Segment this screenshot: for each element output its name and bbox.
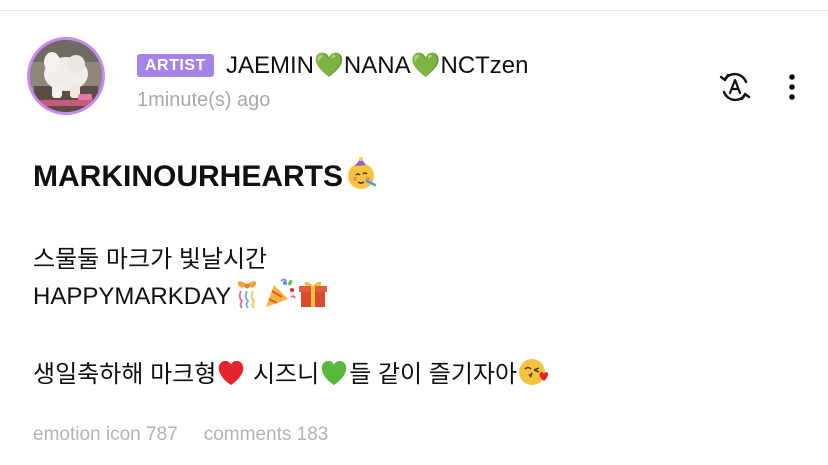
more-options-button[interactable] xyxy=(777,65,807,109)
more-vertical-icon xyxy=(789,74,795,100)
post-body: 스물둘 마크가 빛날시간 HAPPYMARKDAY 생일축하해 마크형 시즈니 … xyxy=(33,243,549,389)
author-name-part: NANA xyxy=(343,52,411,79)
post-body-line: 생일축하해 마크형 시즈니 들 같이 즐기자아 xyxy=(33,355,549,389)
green-heart-icon: 💚 xyxy=(410,52,441,79)
comments-count[interactable]: comments 183 xyxy=(204,424,329,445)
post-body-text: HAPPYMARKDAY xyxy=(33,283,232,310)
avatar[interactable] xyxy=(27,37,105,115)
author-name-part: NCTzen xyxy=(440,52,529,79)
post-body-line: 스물둘 마크가 빛날시간 xyxy=(33,243,549,277)
avatar-image xyxy=(30,40,102,112)
ribbon-icon xyxy=(231,277,263,309)
post-body-text: 생일축하해 마크형 xyxy=(33,361,217,388)
post-title: MARKINOURHEARTS xyxy=(33,157,377,194)
artist-badge: ARTIST xyxy=(137,54,214,77)
gift-icon xyxy=(297,277,329,309)
top-divider xyxy=(0,0,828,11)
translate-icon xyxy=(719,72,751,102)
post-card: ARTIST JAEMIN💚NANA💚NCTzen 1minute(s) ago… xyxy=(0,11,828,465)
post-body-text: 스물둘 마크가 빛날시간 xyxy=(33,246,268,273)
author-name[interactable]: JAEMIN💚NANA💚NCTzen xyxy=(226,52,529,80)
author-name-part: JAEMIN xyxy=(226,52,315,79)
post-timestamp: 1minute(s) ago xyxy=(137,89,271,111)
post-body-text: 시즈니 xyxy=(246,361,320,388)
emotion-count[interactable]: emotion icon 787 xyxy=(33,424,178,445)
green-heart-icon xyxy=(319,359,349,387)
post-body-line: HAPPYMARKDAY xyxy=(33,277,549,311)
post-stats: emotion icon 787 comments 183 xyxy=(33,424,328,446)
green-heart-icon: 💚 xyxy=(314,52,344,79)
translate-button[interactable] xyxy=(713,65,757,109)
partying-face-icon xyxy=(343,157,377,191)
post-title-text: MARKINOURHEARTS xyxy=(33,160,343,193)
red-heart-icon xyxy=(216,359,246,387)
party-popper-icon xyxy=(263,277,297,309)
face-blowing-kiss-icon xyxy=(517,355,549,387)
post-body-text: 들 같이 즐기자아 xyxy=(349,361,518,388)
